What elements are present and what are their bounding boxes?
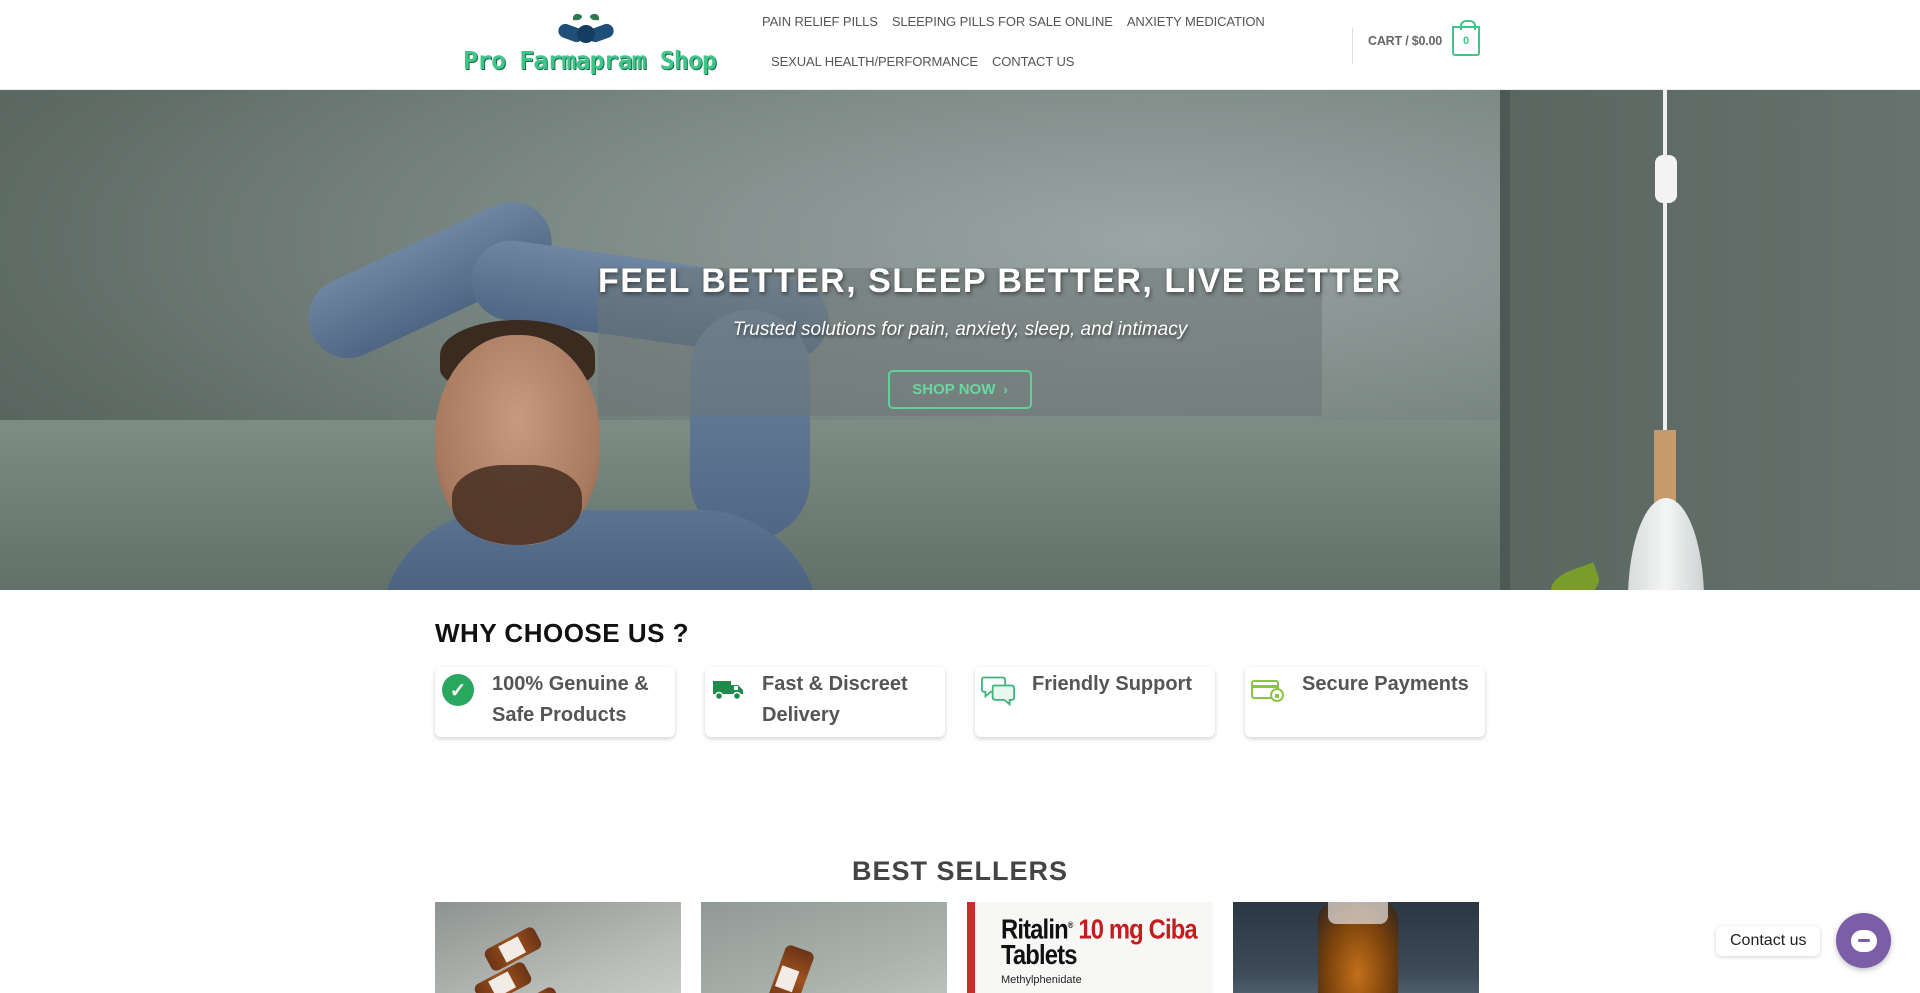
cart-bag-icon: 0 — [1452, 20, 1481, 56]
nav-item-sleeping-pills[interactable]: SLEEPING PILLS FOR SALE ONLINE — [892, 14, 1113, 36]
feature-card-payments: Secure Payments — [1245, 667, 1485, 737]
ritalin-box-image: Ritalin® 10 mg Ciba Tablets Methylphenid… — [967, 902, 1213, 993]
jar-cap — [1328, 902, 1388, 924]
ritalin-form: Tablets — [1001, 939, 1077, 971]
contact-chat-button[interactable] — [1836, 913, 1891, 968]
beard — [452, 465, 582, 545]
product-grid: Ritalin® 10 mg Ciba Tablets Methylphenid… — [435, 902, 1479, 993]
torso — [380, 510, 820, 590]
cart-total: CART / $0.00 — [1368, 34, 1443, 48]
hero-wall-edge — [1500, 90, 1510, 590]
capsule-leaf-logo-icon — [558, 13, 614, 43]
product-card-image[interactable]: Ritalin® 10 mg Ciba Tablets Methylphenid… — [967, 902, 1213, 993]
lamp-switch — [1655, 155, 1677, 203]
logo-text: Pro Farmapram Shop — [463, 46, 717, 75]
cart-link[interactable]: CART / $0.00 0 — [1368, 20, 1481, 56]
nav-item-sexual-health[interactable]: SEXUAL HEALTH/PERFORMANCE — [771, 54, 978, 76]
feature-label: 100% Genuine & Safe Products — [492, 673, 649, 726]
site-logo[interactable]: Pro Farmapram Shop — [460, 10, 717, 80]
lamp-cord — [1663, 90, 1667, 440]
lamp-wood — [1654, 430, 1676, 502]
check-circle-icon: ✓ — [441, 673, 475, 707]
feature-label: Secure Payments — [1302, 673, 1469, 695]
best-sellers-title: BEST SELLERS — [851, 856, 1069, 886]
credit-card-icon — [1251, 673, 1285, 707]
hero-title: FEEL BETTER, SLEEP BETTER, LIVE BETTER — [598, 262, 1402, 300]
feature-card-delivery: Fast & Discreet Delivery — [705, 667, 945, 737]
hero-wall-shape — [1500, 90, 1920, 590]
main-nav: PAIN RELIEF PILLS SLEEPING PILLS FOR SAL… — [762, 14, 1282, 94]
ritalin-strength: 10 mg — [1078, 913, 1143, 945]
bottle-image — [766, 943, 816, 993]
nav-item-anxiety-medication[interactable]: ANXIETY MEDICATION — [1127, 14, 1265, 36]
product-card-image[interactable] — [435, 902, 681, 993]
feature-label: Fast & Discreet Delivery — [762, 673, 908, 726]
feature-card-genuine: ✓ 100% Genuine & Safe Products — [435, 667, 675, 737]
nav-item-pain-relief[interactable]: PAIN RELIEF PILLS — [762, 14, 878, 36]
product-card-image[interactable] — [701, 902, 947, 993]
shop-now-button[interactable]: SHOP NOW › — [888, 370, 1032, 409]
product-card-image[interactable] — [1233, 902, 1479, 993]
chat-bubble-icon — [1850, 929, 1877, 952]
nav-item-contact-us[interactable]: CONTACT US — [992, 54, 1074, 76]
why-choose-us-title: WHY CHOOSE US ? — [435, 618, 690, 648]
ritalin-band — [967, 902, 975, 993]
chat-bubbles-icon — [981, 673, 1015, 707]
header-divider — [1352, 28, 1353, 64]
site-header: Pro Farmapram Shop PAIN RELIEF PILLS SLE… — [0, 0, 1920, 90]
feature-label: Friendly Support — [1032, 673, 1192, 695]
truck-icon — [711, 673, 745, 707]
ritalin-box-title: Ritalin® 10 mg Ciba Tablets — [1001, 913, 1198, 971]
hero-subtitle: Trusted solutions for pain, anxiety, sle… — [732, 319, 1188, 340]
shop-now-label: SHOP NOW — [912, 381, 996, 398]
contact-us-tooltip[interactable]: Contact us — [1716, 926, 1821, 956]
ritalin-ingredient: Methylphenidate — [1001, 974, 1082, 986]
chevron-right-icon: › — [1003, 382, 1008, 397]
ritalin-maker: Ciba — [1148, 913, 1198, 945]
feature-card-support: Friendly Support — [975, 667, 1215, 737]
features-list: ✓ 100% Genuine & Safe Products Fast & Di… — [435, 667, 1485, 737]
